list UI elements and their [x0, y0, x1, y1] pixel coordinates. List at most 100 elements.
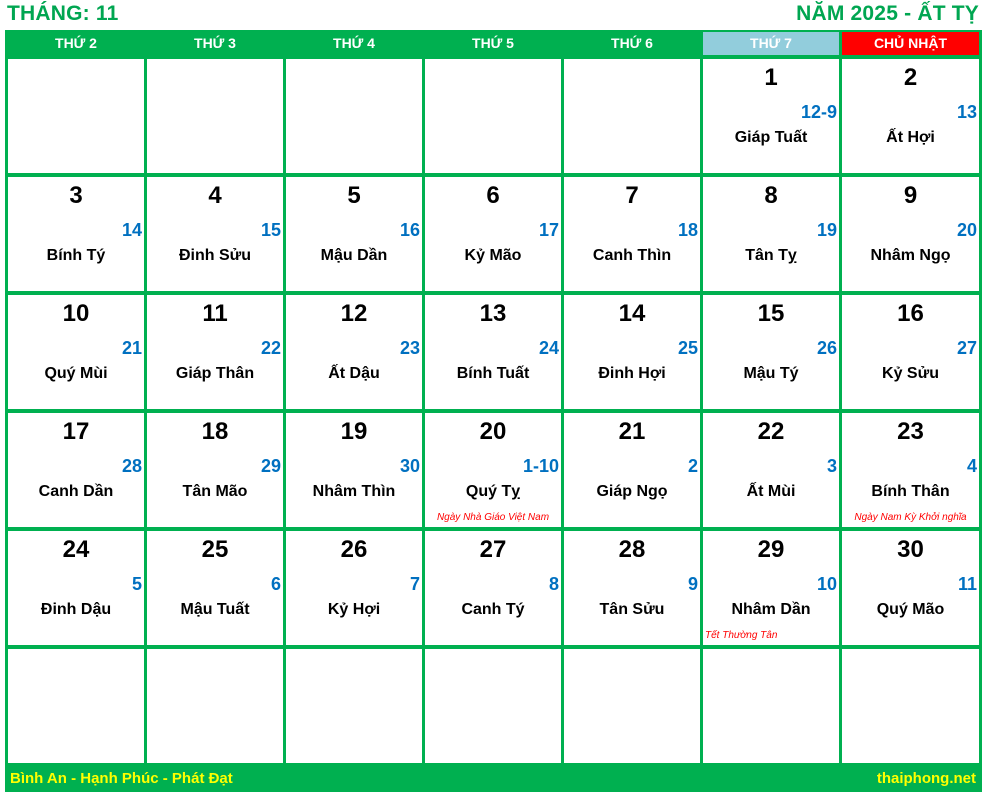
day-cell[interactable]: 19 30 Nhâm Thìn — [286, 413, 422, 527]
lunar-date: 1-10 — [522, 456, 559, 476]
can-chi-day-name: Canh Thìn — [592, 247, 672, 264]
empty-day-cell — [425, 59, 561, 173]
day-cell[interactable]: 13 24 Bính Tuất — [425, 295, 561, 409]
empty-day-cell — [564, 59, 700, 173]
day-cell[interactable]: 25 6 Mậu Tuất — [147, 531, 283, 645]
day-cell[interactable]: 27 8 Canh Tý — [425, 531, 561, 645]
can-chi-day-name: Nhâm Thìn — [312, 483, 396, 500]
footer-website-link[interactable]: thaiphong.net — [877, 770, 976, 787]
empty-day-cell — [425, 649, 561, 763]
day-cell[interactable]: 14 25 Đinh Hợi — [564, 295, 700, 409]
day-cell[interactable]: 21 2 Giáp Ngọ — [564, 413, 700, 527]
solar-date: 7 — [625, 182, 639, 209]
lunar-date: 13 — [956, 102, 977, 122]
can-chi-day-name: Bính Tý — [46, 247, 106, 264]
lunar-date: 15 — [260, 220, 281, 240]
lunar-date: 7 — [409, 574, 420, 594]
day-cell[interactable]: 7 18 Canh Thìn — [564, 177, 700, 291]
solar-date: 21 — [618, 418, 646, 445]
day-cell[interactable]: 20 1-10 Quý Tỵ Ngày Nhà Giáo Việt Nam — [425, 413, 561, 527]
day-cell[interactable]: 18 29 Tân Mão — [147, 413, 283, 527]
day-cell[interactable]: 23 4 Bính Thân Ngày Nam Kỳ Khởi nghĩa — [842, 413, 979, 527]
can-chi-day-name: Canh Tý — [461, 601, 525, 618]
day-cell[interactable]: 5 16 Mậu Dần — [286, 177, 422, 291]
solar-date: 30 — [897, 536, 924, 563]
empty-day-cell — [147, 59, 283, 173]
solar-date: 15 — [757, 300, 785, 327]
empty-day-cell — [8, 649, 144, 763]
lunar-date: 8 — [548, 574, 559, 594]
can-chi-day-name: Mậu Tuất — [180, 601, 250, 618]
weekday-header-row: THỨ 2 THỨ 3 THỨ 4 THỨ 5 THỨ 6 THỨ 7 CHỦ NHẬT — [5, 30, 982, 57]
solar-date: 20 — [479, 418, 507, 445]
lunar-date: 9 — [687, 574, 698, 594]
can-chi-day-name: Đinh Hợi — [598, 365, 666, 382]
solar-date: 3 — [69, 182, 83, 209]
can-chi-day-name: Mậu Tý — [743, 365, 799, 382]
solar-date: 11 — [202, 300, 228, 327]
lunar-date: 25 — [677, 338, 698, 358]
day-cell[interactable]: 29 10 Nhâm Dần Tết Thường Tân — [703, 531, 839, 645]
empty-day-cell — [842, 649, 979, 763]
day-cell[interactable]: 12 23 Ất Dậu — [286, 295, 422, 409]
solar-date: 26 — [340, 536, 368, 563]
day-cell[interactable]: 30 11 Quý Mão — [842, 531, 979, 645]
solar-date: 14 — [618, 300, 646, 327]
empty-day-cell — [286, 649, 422, 763]
can-chi-day-name: Bính Tuất — [456, 365, 530, 382]
solar-date: 9 — [903, 182, 918, 209]
day-cell[interactable]: 11 22 Giáp Thân — [147, 295, 283, 409]
day-cell[interactable]: 1 12-9 Giáp Tuất — [703, 59, 839, 173]
lunar-date: 22 — [260, 338, 281, 358]
lunar-date: 23 — [399, 338, 420, 358]
day-cell[interactable]: 10 21 Quý Mùi — [8, 295, 144, 409]
lunar-date: 12-9 — [800, 102, 837, 122]
lunar-date: 24 — [538, 338, 559, 358]
lunar-date: 5 — [131, 574, 142, 594]
day-cell[interactable]: 8 19 Tân Tỵ — [703, 177, 839, 291]
can-chi-day-name: Đinh Dậu — [40, 601, 112, 618]
day-cell[interactable]: 4 15 Đinh Sửu — [147, 177, 283, 291]
lunar-date: 10 — [816, 574, 837, 594]
holiday-label: Ngày Nhà Giáo Việt Nam — [436, 512, 550, 523]
can-chi-day-name: Canh Dần — [38, 483, 114, 500]
weekday-header-7: CHỦ NHẬT — [842, 32, 979, 55]
day-cell[interactable]: 24 5 Đinh Dậu — [8, 531, 144, 645]
lunar-date: 2 — [687, 456, 698, 476]
can-chi-day-name: Ất Dậu — [328, 365, 380, 382]
can-chi-day-name: Giáp Tuất — [734, 129, 808, 146]
lunar-date: 30 — [399, 456, 420, 476]
lunar-date: 14 — [121, 220, 142, 240]
can-chi-day-name: Tân Mão — [182, 483, 248, 500]
day-cell[interactable]: 9 20 Nhâm Ngọ — [842, 177, 979, 291]
weekday-header-1: THỨ 2 — [55, 35, 97, 51]
solar-date: 17 — [62, 418, 90, 445]
lunar-date: 19 — [816, 220, 837, 240]
can-chi-day-name: Tân Sửu — [599, 601, 665, 618]
lunar-date: 4 — [966, 456, 977, 476]
day-cell[interactable]: 15 26 Mậu Tý — [703, 295, 839, 409]
can-chi-day-name: Quý Mão — [876, 601, 945, 618]
lunar-date: 11 — [957, 574, 977, 594]
day-cell[interactable]: 6 17 Kỷ Mão — [425, 177, 561, 291]
solar-date: 25 — [201, 536, 229, 563]
can-chi-day-name: Nhâm Ngọ — [870, 247, 951, 264]
calendar-frame: THỨ 2 THỨ 3 THỨ 4 THỨ 5 THỨ 6 THỨ 7 CHỦ NHẬT 1… — [5, 30, 982, 792]
day-cell[interactable]: 16 27 Kỷ Sửu — [842, 295, 979, 409]
can-chi-day-name: Kỷ Hợi — [327, 601, 381, 618]
can-chi-day-name: Giáp Thân — [175, 365, 255, 382]
day-cell[interactable]: 17 28 Canh Dần — [8, 413, 144, 527]
weekday-header-5: THỨ 6 — [611, 35, 653, 51]
day-cell[interactable]: 28 9 Tân Sửu — [564, 531, 700, 645]
day-cell[interactable]: 3 14 Bính Tý — [8, 177, 144, 291]
lunar-date: 18 — [677, 220, 698, 240]
can-chi-day-name: Đinh Sửu — [178, 247, 252, 264]
solar-date: 13 — [479, 300, 507, 327]
weekday-header-6: THỨ 7 — [703, 32, 839, 55]
day-cell[interactable]: 26 7 Kỷ Hợi — [286, 531, 422, 645]
month-title: THÁNG: 11 — [7, 2, 119, 25]
solar-date: 2 — [903, 64, 918, 91]
day-cell[interactable]: 2 13 Ất Hợi — [842, 59, 979, 173]
day-cell[interactable]: 22 3 Ất Mùi — [703, 413, 839, 527]
solar-date: 27 — [479, 536, 507, 563]
